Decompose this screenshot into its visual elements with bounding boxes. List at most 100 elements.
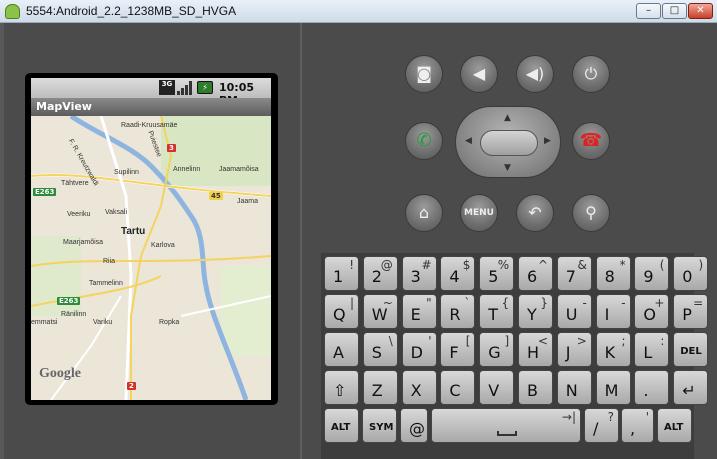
key-u[interactable]: U- [556,294,592,329]
key-i[interactable]: I- [595,294,631,329]
key-f[interactable]: F[ [440,332,476,367]
key-c[interactable]: C [440,370,476,405]
window-title: 5554:Android_2.2_1238MB_SD_HVGA [26,4,237,18]
call-button[interactable]: ✆ [405,122,443,160]
key-main-label: E [410,305,421,324]
key-h[interactable]: H < [518,332,553,367]
key-8[interactable]: 8 * [595,256,631,291]
key-s[interactable]: S \ [362,332,398,367]
dpad-down-icon[interactable]: ▼ [504,163,511,173]
key-main-label: X [410,381,422,400]
key-main-label: / [593,419,599,438]
key-o[interactable]: O + [634,294,670,329]
key-alt-label: ( [659,258,665,272]
key-v[interactable]: V [479,370,515,405]
map-view[interactable]: Raadi-Kruusamäe Supilinn Annelinn Jaamam… [31,116,271,400]
key-main-label: 4 [449,267,460,286]
key-alt-label: →| [561,410,576,424]
key-b[interactable]: B [518,370,553,405]
dpad-center-button[interactable] [480,130,538,156]
key-main-label: Z [371,381,383,400]
key-x[interactable]: X [401,370,437,405]
key-period[interactable]: . [634,370,670,405]
key-7[interactable]: 7 & [556,256,592,291]
close-button[interactable]: ✕ [688,3,713,19]
key-main-label: N [565,381,578,400]
map-label: Variku [93,319,113,326]
key-y[interactable]: Y} [518,294,553,329]
key-main-label: D [410,343,423,362]
key-p[interactable]: P = [673,294,709,329]
minimize-button[interactable]: – [636,3,661,19]
key-m[interactable]: M [595,370,631,405]
power-button[interactable]: ⏻ [572,55,610,93]
key-alt-label: # [421,258,432,272]
key-z[interactable]: Z [362,370,398,405]
key-4[interactable]: 4 $ [440,256,476,291]
key-6[interactable]: 6 ^ [518,256,553,291]
key-main-label: C [449,381,461,400]
key-main-label: R [449,305,461,324]
volume-up-button[interactable]: ◀) [516,55,554,93]
maximize-button[interactable]: □ [662,3,687,19]
map-label: Karlova [151,242,175,249]
key-alt-label: ' [428,334,432,348]
key-slash[interactable]: /? [584,408,619,443]
key-main-label: ALT [331,422,351,433]
key-alt-right[interactable]: ALT [657,408,692,443]
search-icon: ⚲ [585,203,597,222]
key-shift[interactable]: ⇧ [324,370,359,405]
menu-button[interactable]: MENU [460,194,498,232]
key-q[interactable]: Q | [324,294,359,329]
dpad-up-icon[interactable]: ▲ [504,113,511,123]
key-a[interactable]: A [324,332,359,367]
key-r[interactable]: R ` [440,294,476,329]
key-j[interactable]: J > [556,332,592,367]
key-main-label: A [333,343,344,362]
key-space[interactable]: →| [431,408,581,443]
call-icon: ✆ [416,130,432,151]
key-e[interactable]: E " [401,294,437,329]
key-l[interactable]: L: [634,332,670,367]
key-d[interactable]: D ' [401,332,437,367]
map-label: Supilinn [114,169,139,176]
key-3[interactable]: 3 # [401,256,437,291]
key-alt-left[interactable]: ALT [324,408,359,443]
key-1[interactable]: 1! [324,256,359,291]
road-shield: E263 [57,297,81,305]
key-sym[interactable]: SYM [362,408,397,443]
key-enter[interactable]: ↵ [673,370,709,405]
key-alt-label: - [621,296,626,310]
key-n[interactable]: N [556,370,592,405]
back-button[interactable]: ↶ [516,194,554,232]
key-t[interactable]: T{ [479,294,515,329]
key-5[interactable]: 5% [479,256,515,291]
map-label: Riia [103,258,116,265]
key-alt-label: " [426,296,432,310]
key-main-label: Q [333,305,346,324]
volume-down-button[interactable]: ◀ [460,55,498,93]
map-label: Raadi-Kruusamäe [121,122,178,129]
road-shield: 2 [127,382,136,390]
camera-icon: ◙ [416,64,432,83]
key-comma[interactable]: , ' [621,408,654,443]
search-button[interactable]: ⚲ [572,194,610,232]
key-2[interactable]: 2 @ [362,256,398,291]
key-0[interactable]: 0) [673,256,709,291]
key-9[interactable]: 9( [634,256,670,291]
key-at[interactable]: @ [400,408,428,443]
camera-button[interactable]: ◙ [405,55,443,93]
dpad[interactable]: ▲ ▼ ◀ ▶ [455,106,561,178]
key-k[interactable]: K; [595,332,631,367]
home-button[interactable]: ⌂ [405,194,443,232]
end-call-button[interactable]: ☎ [572,122,610,160]
status-bar[interactable]: 3G ⚡ 10:05 PM [31,78,271,107]
key-alt-label: @ [380,258,393,272]
dpad-left-icon[interactable]: ◀ [465,136,472,146]
key-del[interactable]: DEL [673,332,709,367]
dpad-right-icon[interactable]: ▶ [544,136,551,146]
key-g[interactable]: G] [479,332,515,367]
device-screen[interactable]: 3G ⚡ 10:05 PM MapView Raadi-Kruusamäe Su… [31,78,271,400]
volume-up-icon: ◀) [525,64,545,83]
key-w[interactable]: W ~ [362,294,398,329]
